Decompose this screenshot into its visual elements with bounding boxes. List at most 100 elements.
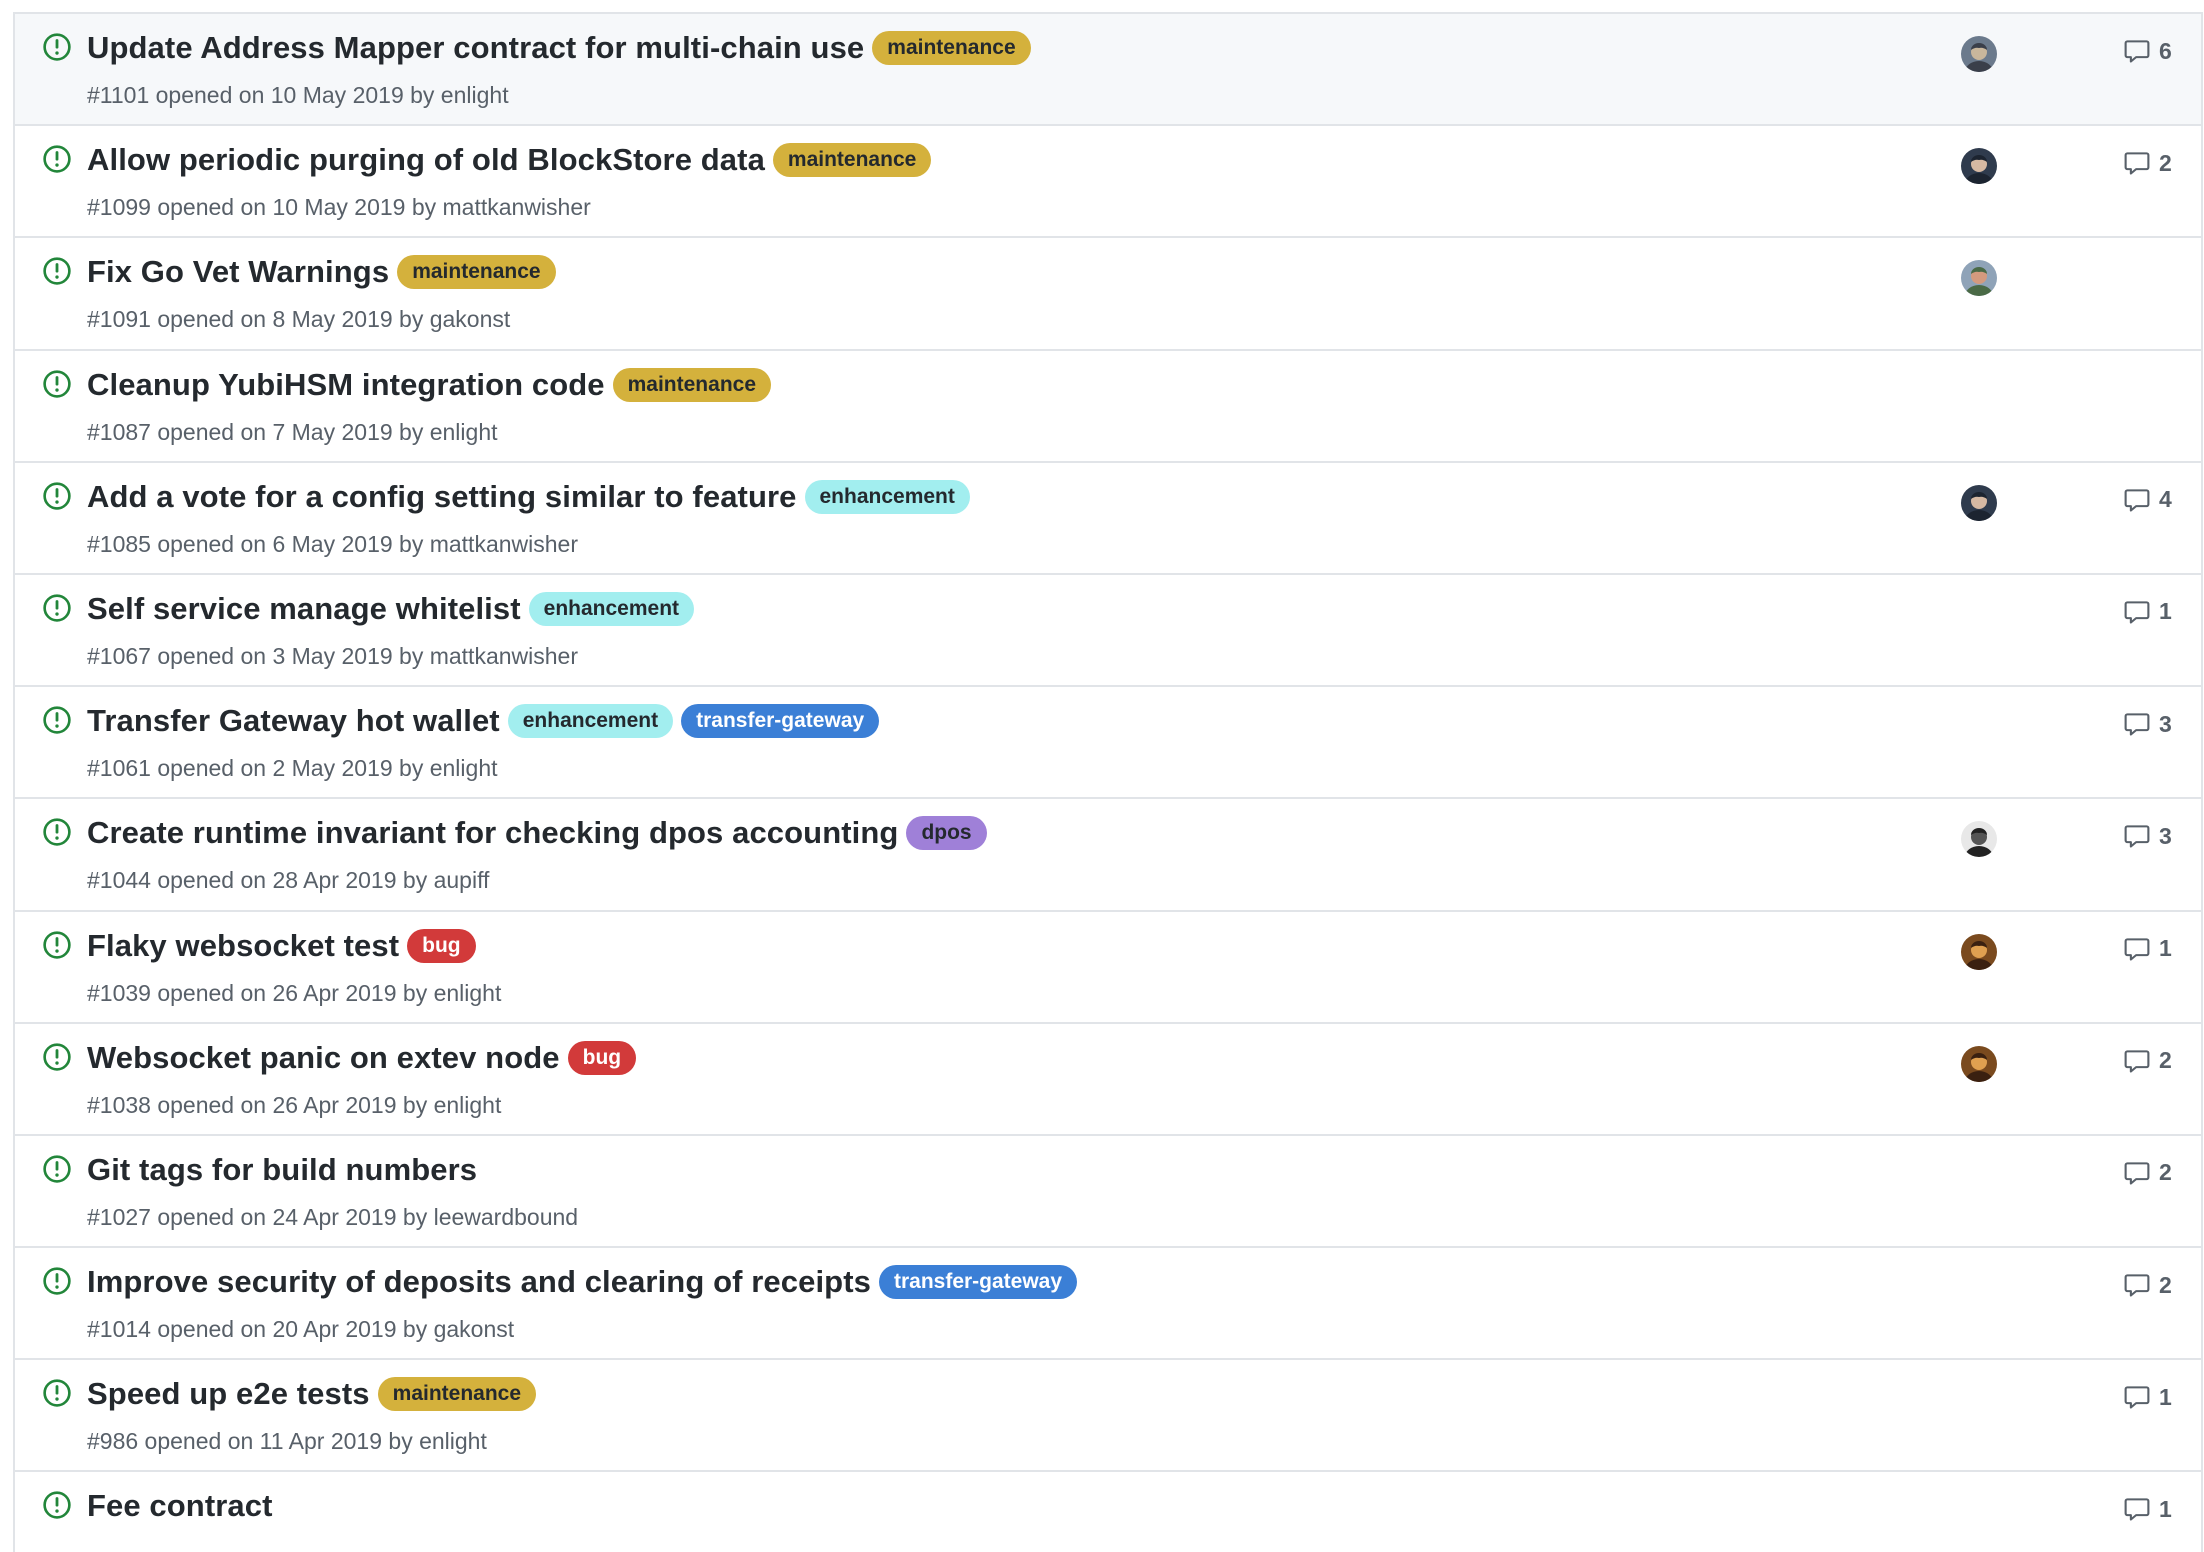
issue-open-icon — [43, 482, 71, 510]
issue-title-link[interactable]: Git tags for build numbers — [87, 1152, 477, 1188]
issue-row[interactable]: Speed up e2e tests maintenance #986 opened… — [15, 1360, 2201, 1473]
issue-open-icon — [43, 706, 71, 734]
issue-meta: #986 opened on 11 Apr 2019 by enlight — [87, 1428, 487, 1455]
issue-title-link[interactable]: Cleanup YubiHSM integration code — [87, 367, 605, 403]
issue-labels: bug — [567, 1040, 637, 1075]
issue-title-line: Fix Go Vet Warnings maintenance — [87, 254, 1821, 290]
issue-row[interactable]: Update Address Mapper contract for multi… — [15, 14, 2201, 127]
issue-row[interactable]: Transfer Gateway hot wallet enhancement tr… — [15, 687, 2201, 800]
comment-count-link[interactable]: 1 — [2123, 595, 2172, 629]
issue-title-line: Add a vote for a config setting similar … — [87, 479, 1821, 515]
issue-open-icon — [43, 1379, 71, 1407]
issue-title-link[interactable]: Improve security of deposits and clearin… — [87, 1264, 871, 1300]
issue-row[interactable]: Fee contract 1 — [15, 1472, 2201, 1552]
issue-title-line: Git tags for build numbers — [87, 1152, 1821, 1188]
issue-meta: #1039 opened on 26 Apr 2019 by enlight — [87, 979, 502, 1006]
comment-count-link[interactable]: 1 — [2123, 1492, 2172, 1526]
issue-row[interactable]: Websocket panic on extev node bug #1038 op… — [15, 1023, 2201, 1136]
label-maintenance[interactable]: maintenance — [772, 143, 932, 178]
issue-title-link[interactable]: Update Address Mapper contract for multi… — [87, 30, 864, 66]
label-enhancement[interactable]: enhancement — [804, 479, 970, 514]
issue-row[interactable]: Fix Go Vet Warnings maintenance #1091 open… — [15, 238, 2201, 351]
comment-count-link[interactable]: 1 — [2123, 932, 2172, 966]
assignee-avatar[interactable] — [1961, 260, 1997, 297]
issue-row[interactable]: Cleanup YubiHSM integration code maintena… — [15, 350, 2201, 463]
comment-count-link[interactable]: 2 — [2123, 146, 2172, 180]
issue-row[interactable]: Flaky websocket test bug #1039 opened on 2… — [15, 911, 2201, 1024]
issue-title-link[interactable]: Self service manage whitelist — [87, 591, 521, 627]
issue-title-link[interactable]: Fee contract — [87, 1488, 273, 1524]
comment-count-link[interactable]: 3 — [2123, 819, 2172, 853]
comment-count: 1 — [2159, 935, 2172, 961]
issue-row[interactable]: Improve security of deposits and clearin… — [15, 1248, 2201, 1361]
comment-count-link[interactable]: 6 — [2123, 34, 2172, 68]
label-bug[interactable]: bug — [407, 928, 476, 963]
issue-row[interactable]: Allow periodic purging of old BlockStore… — [15, 126, 2201, 239]
issue-title-line: Fee contract — [87, 1488, 1821, 1524]
issue-open-icon — [43, 1043, 71, 1071]
comment-icon — [2124, 1050, 2150, 1073]
comment-count: 1 — [2159, 1495, 2172, 1522]
label-dpos[interactable]: dpos — [906, 816, 987, 851]
label-maintenance[interactable]: maintenance — [397, 255, 556, 290]
issue-labels: maintenance — [397, 255, 556, 290]
issue-open-icon — [43, 1155, 71, 1183]
comment-count: 2 — [2159, 1159, 2172, 1186]
comment-count: 1 — [2159, 1383, 2172, 1410]
label-maintenance[interactable]: maintenance — [872, 31, 1031, 65]
issue-row[interactable]: Git tags for build numbers #1027 opened o… — [15, 1135, 2201, 1249]
issue-meta: #1085 opened on 6 May 2019 by mattkanwis… — [87, 530, 578, 557]
assignee-avatar[interactable] — [1961, 821, 1997, 858]
issue-title-link[interactable]: Create runtime invariant for checking dp… — [87, 815, 898, 851]
comment-count-link[interactable]: 4 — [2123, 483, 2172, 517]
comment-icon — [2124, 40, 2150, 63]
assignee-avatar[interactable] — [1961, 148, 1997, 185]
issue-title-link[interactable]: Allow periodic purging of old BlockStore… — [87, 142, 765, 178]
label-transfer-gateway[interactable]: transfer-gateway — [878, 1265, 1078, 1300]
issue-title-link[interactable]: Websocket panic on extev node — [87, 1040, 560, 1076]
label-bug[interactable]: bug — [567, 1040, 637, 1075]
label-transfer-gateway[interactable]: transfer-gateway — [681, 704, 880, 739]
issue-title-line: Cleanup YubiHSM integration code maintena… — [87, 367, 1821, 403]
comment-count: 2 — [2159, 1271, 2172, 1298]
comment-count-link[interactable]: 2 — [2123, 1268, 2172, 1302]
issue-title-link[interactable]: Fix Go Vet Warnings — [87, 254, 389, 290]
comment-icon — [2124, 152, 2150, 175]
issue-title-link[interactable]: Speed up e2e tests — [87, 1376, 370, 1412]
comment-count-link[interactable]: 2 — [2123, 1044, 2172, 1078]
issue-open-icon — [43, 145, 71, 173]
issue-open-icon — [43, 369, 71, 398]
comment-icon — [2124, 713, 2150, 736]
issue-title-link[interactable]: Transfer Gateway hot wallet — [87, 703, 500, 739]
comment-icon — [2124, 489, 2150, 512]
issue-labels: enhancement — [528, 591, 695, 626]
comment-count-link[interactable]: 1 — [2123, 1380, 2172, 1414]
issue-title-link[interactable]: Add a vote for a config setting similar … — [87, 479, 797, 515]
comment-count-link[interactable]: 3 — [2123, 707, 2172, 741]
assignee-avatar[interactable] — [1961, 933, 1997, 970]
issue-row[interactable]: Self service manage whitelist enhancement… — [15, 574, 2201, 688]
assignee-avatar[interactable] — [1961, 484, 1997, 521]
issue-open-icon — [43, 1267, 71, 1295]
issue-row[interactable]: Add a vote for a config setting similar … — [15, 462, 2201, 575]
label-maintenance[interactable]: maintenance — [377, 1377, 537, 1412]
issue-title-link[interactable]: Flaky websocket test — [87, 928, 399, 964]
comment-icon — [2124, 825, 2150, 848]
comment-count: 6 — [2159, 37, 2172, 64]
issue-row[interactable]: Create runtime invariant for checking dp… — [15, 799, 2201, 912]
assignee-avatar[interactable] — [1961, 1045, 1997, 1082]
label-enhancement[interactable]: enhancement — [507, 704, 674, 739]
assignee-avatar[interactable] — [1961, 36, 1997, 72]
comment-icon — [2124, 937, 2150, 961]
issue-meta: #1027 opened on 24 Apr 2019 by leewardbo… — [87, 1203, 579, 1230]
comment-count-link[interactable]: 2 — [2123, 1156, 2172, 1190]
comment-count: 2 — [2159, 149, 2172, 176]
issue-meta: #1044 opened on 28 Apr 2019 by aupiff — [87, 867, 490, 894]
comment-count: 2 — [2159, 1047, 2172, 1074]
issue-title-line: Allow periodic purging of old BlockStore… — [87, 142, 1821, 178]
issue-labels: maintenance — [872, 31, 1031, 65]
issue-open-icon — [43, 257, 71, 286]
label-maintenance[interactable]: maintenance — [612, 367, 772, 402]
label-enhancement[interactable]: enhancement — [528, 591, 695, 626]
issue-title-line: Improve security of deposits and clearin… — [87, 1264, 1821, 1300]
